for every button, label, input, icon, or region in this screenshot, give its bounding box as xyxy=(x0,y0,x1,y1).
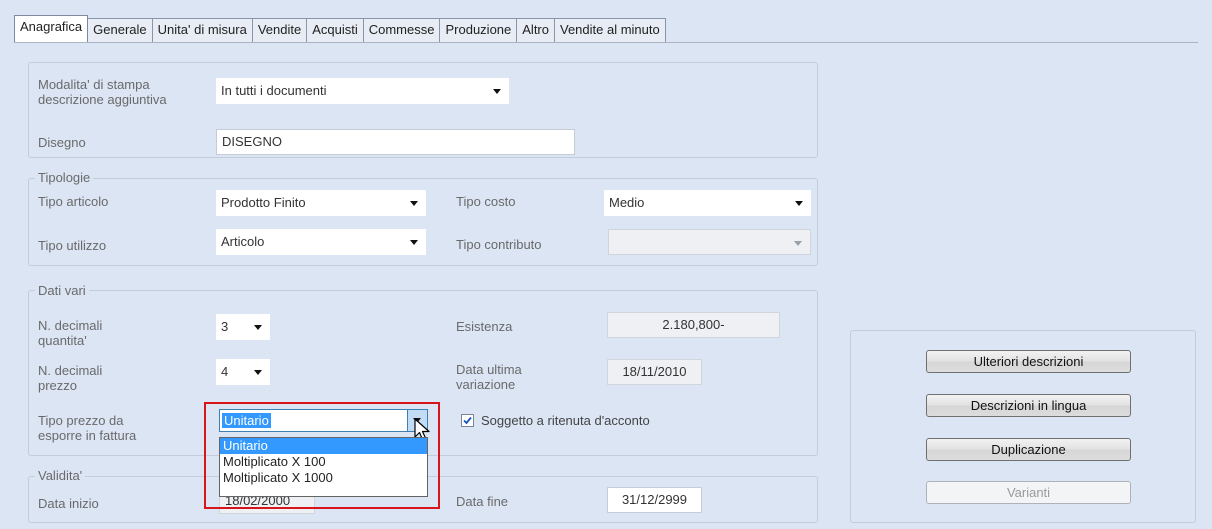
tipo-utilizzo-select[interactable]: Articolo xyxy=(216,229,426,255)
esistenza-label: Esistenza xyxy=(456,319,513,334)
disegno-input[interactable]: DISEGNO xyxy=(216,129,575,155)
tab-acquisti[interactable]: Acquisti xyxy=(306,18,364,42)
chevron-down-icon xyxy=(795,201,803,206)
duplicazione-button[interactable]: Duplicazione xyxy=(926,438,1131,461)
chevron-down-icon xyxy=(254,325,262,330)
ritenuta-checkbox[interactable] xyxy=(461,414,474,427)
tab-commesse[interactable]: Commesse xyxy=(362,18,441,42)
tab-produzione[interactable]: Produzione xyxy=(439,18,518,42)
validita-legend: Validita' xyxy=(35,468,86,483)
data-ultima-variazione-field: 18/11/2010 xyxy=(607,359,702,385)
tab-bar: Anagrafica Generale Unita' di misura Ven… xyxy=(14,15,666,42)
decimali-quantita-select[interactable]: 3 xyxy=(216,314,270,340)
tipo-costo-select[interactable]: Medio xyxy=(604,190,811,216)
decimali-prezzo-label: N. decimali prezzo xyxy=(38,363,103,393)
tipo-utilizzo-label: Tipo utilizzo xyxy=(38,238,107,253)
ulteriori-descrizioni-button[interactable]: Ulteriori descrizioni xyxy=(926,350,1131,373)
decimali-prezzo-value: 4 xyxy=(221,364,229,379)
tipo-costo-value: Medio xyxy=(609,195,645,210)
tipo-contributo-select[interactable] xyxy=(608,229,811,255)
tipo-articolo-label: Tipo articolo xyxy=(38,194,109,209)
tipo-utilizzo-value: Articolo xyxy=(221,234,265,249)
decimali-quantita-value: 3 xyxy=(221,319,229,334)
data-fine-field[interactable]: 31/12/2999 xyxy=(607,487,702,513)
tipo-contributo-label: Tipo contributo xyxy=(456,237,542,252)
chevron-down-icon xyxy=(254,370,262,375)
tab-altro[interactable]: Altro xyxy=(516,18,555,42)
tipologie-legend: Tipologie xyxy=(35,170,94,185)
chevron-down-icon xyxy=(410,240,418,245)
esistenza-field: 2.180,800- xyxy=(607,312,780,338)
data-fine-label: Data fine xyxy=(456,494,509,509)
checkmark-icon xyxy=(463,416,472,425)
tipo-articolo-select[interactable]: Prodotto Finito xyxy=(216,190,426,216)
stampa-label: Modalita' di stampa descrizione aggiunti… xyxy=(38,77,167,107)
stampa-select[interactable]: In tutti i documenti xyxy=(216,78,509,104)
varianti-button[interactable]: Varianti xyxy=(926,481,1131,504)
tipo-prezzo-label: Tipo prezzo da esporre in fattura xyxy=(38,413,137,443)
tipo-costo-label: Tipo costo xyxy=(456,194,516,209)
chevron-down-icon xyxy=(794,241,802,246)
tab-unita-di-misura[interactable]: Unita' di misura xyxy=(151,18,253,42)
data-inizio-label: Data inizio xyxy=(38,496,99,511)
tab-generale[interactable]: Generale xyxy=(87,18,153,42)
ritenuta-label[interactable]: Soggetto a ritenuta d'acconto xyxy=(481,413,650,428)
decimali-quantita-label: N. decimali quantita' xyxy=(38,318,103,348)
decimali-prezzo-select[interactable]: 4 xyxy=(216,359,270,385)
dati-vari-legend: Dati vari xyxy=(35,283,89,298)
tipo-articolo-value: Prodotto Finito xyxy=(221,195,306,210)
highlight-box xyxy=(204,402,440,509)
tab-vendite-al-minuto[interactable]: Vendite al minuto xyxy=(554,18,666,42)
tab-anagrafica[interactable]: Anagrafica xyxy=(14,15,89,42)
chevron-down-icon xyxy=(410,201,418,206)
data-ultima-variazione-label: Data ultima variazione xyxy=(456,362,522,392)
chevron-down-icon xyxy=(493,89,501,94)
tab-divider xyxy=(14,42,1198,43)
descrizioni-in-lingua-button[interactable]: Descrizioni in lingua xyxy=(926,394,1131,417)
stampa-value: In tutti i documenti xyxy=(221,83,327,98)
tab-vendite[interactable]: Vendite xyxy=(251,18,308,42)
disegno-label: Disegno xyxy=(38,135,86,150)
